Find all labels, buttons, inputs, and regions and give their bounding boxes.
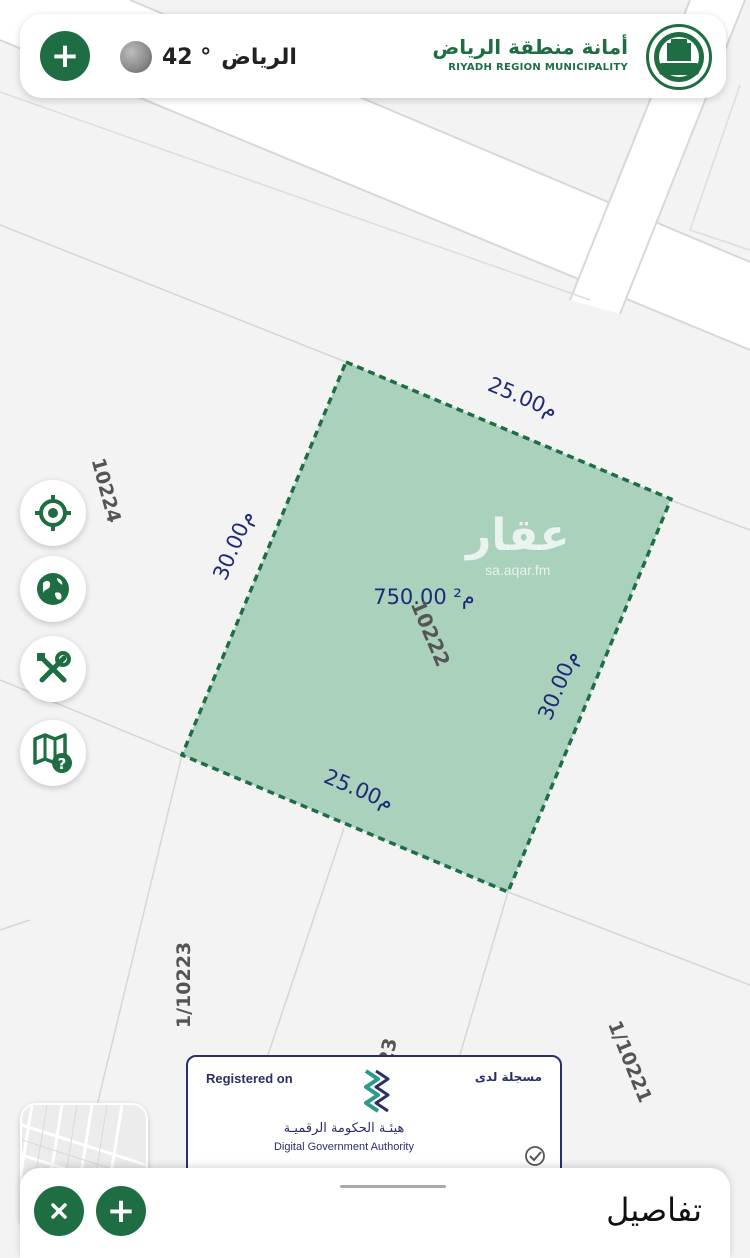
logo-arabic: أمانة منطقة الرياض xyxy=(432,35,628,59)
verified-check-icon xyxy=(525,1146,545,1166)
locate-icon xyxy=(35,495,71,531)
municipality-seal-icon xyxy=(646,24,712,90)
map-help-icon: ? xyxy=(33,733,72,773)
parcel-number-label: 1/10223 xyxy=(173,942,195,1028)
authority-english-name: Digital Government Authority xyxy=(273,1141,414,1153)
logo-english: RIYADH REGION MUNICIPALITY xyxy=(448,62,628,73)
tools-button[interactable] xyxy=(20,636,86,702)
temperature-label: 42 ° xyxy=(162,44,212,70)
map-help-button[interactable]: ? xyxy=(20,720,86,786)
sheet-drag-handle[interactable] xyxy=(340,1185,446,1188)
dga-logo-icon xyxy=(364,1069,390,1113)
registration-badge: Registered on مسجلة لدى هيئـة الحكومة ال… xyxy=(186,1055,562,1185)
registered-on-arabic-label: مسجلة لدى xyxy=(474,1070,542,1084)
details-sheet[interactable]: + تفاصيل xyxy=(20,1168,730,1258)
weather-widget[interactable]: 42 ° الرياض xyxy=(120,40,297,74)
add-details-button[interactable]: + xyxy=(96,1186,146,1236)
close-button[interactable] xyxy=(34,1186,84,1236)
globe-icon xyxy=(37,573,69,605)
aqar-watermark: عقار sa.aqar.fm xyxy=(466,510,570,578)
registered-on-label: Registered on xyxy=(206,1071,293,1086)
municipality-logo-text: أمانة منطقة الرياض RIYADH REGION MUNICIP… xyxy=(432,34,628,76)
details-title: تفاصيل xyxy=(606,1191,702,1229)
close-icon xyxy=(51,1203,67,1219)
authority-arabic-name: هيئـة الحكومة الرقميـة xyxy=(283,1121,405,1136)
seal-graphic xyxy=(654,32,704,82)
locate-button[interactable] xyxy=(20,480,86,546)
watermark-logo-text: عقار xyxy=(466,510,570,561)
tools-icon xyxy=(37,651,71,683)
city-label: الرياض xyxy=(221,44,297,70)
watermark-url: sa.aqar.fm xyxy=(485,562,551,578)
moon-icon xyxy=(120,41,152,73)
app-header: + 42 ° الرياض أمانة منطقة الرياض RIYADH … xyxy=(20,14,726,98)
svg-text:?: ? xyxy=(58,755,67,773)
add-button[interactable]: + xyxy=(40,31,90,81)
basemap-button[interactable] xyxy=(20,556,86,622)
